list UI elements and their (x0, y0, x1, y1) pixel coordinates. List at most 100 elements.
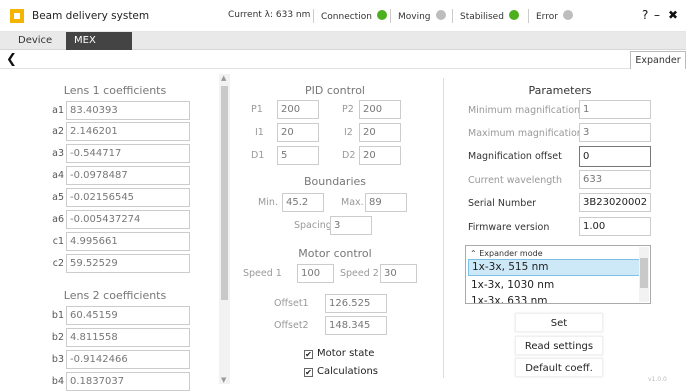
coef-field-b4[interactable]: 0.1837037 (66, 372, 190, 391)
expander-mode-label: Expander mode (479, 249, 543, 258)
p1-label: P1 (251, 104, 263, 115)
back-arrow-icon[interactable]: ❮ (6, 52, 17, 67)
scroll-down-icon[interactable]: ▼ (221, 376, 226, 384)
coef-label: b1 (51, 310, 64, 321)
motor-state-checkbox[interactable]: ✔ Motor state (304, 348, 374, 359)
max-mag-label: Maximum magnification (468, 128, 583, 139)
expander-mode-list[interactable]: ⌃ Expander mode 1x-3x, 515 nm 1x-3x, 103… (465, 245, 651, 304)
max-label: Max. (341, 197, 364, 208)
moving-label: Moving (398, 12, 431, 22)
stabilised-status: Stabilised (460, 10, 519, 22)
app-logo-icon (10, 9, 24, 23)
version-label: v1.0.0 (648, 376, 667, 383)
motor-state-label: Motor state (317, 348, 375, 359)
toolbar: ❮ Expander (0, 50, 686, 69)
coef-field-c1[interactable]: 4.995661 (66, 232, 190, 251)
coef-field-b2[interactable]: 4.811558 (66, 328, 190, 347)
speed1-label: Speed 1 (243, 268, 282, 279)
d1-field[interactable]: 5 (277, 146, 319, 165)
minimize-icon[interactable]: – (654, 8, 660, 22)
coef-field-a4[interactable]: -0.0978487 (66, 166, 190, 185)
coef-field-c2[interactable]: 59.52529 (66, 254, 190, 273)
coef-label: a2 (52, 126, 64, 137)
set-button[interactable]: Set (515, 313, 603, 332)
error-label: Error (536, 12, 558, 22)
tab-device[interactable]: Device (10, 32, 60, 50)
list-item[interactable]: 1x-3x, 1030 nm (468, 277, 640, 294)
offset2-label: Offset2 (274, 320, 309, 331)
i2-field[interactable]: 20 (359, 123, 401, 142)
calculations-label: Calculations (317, 366, 378, 377)
checkbox-check-icon[interactable]: ✔ (304, 368, 313, 377)
coef-field-a5[interactable]: -0.02156545 (66, 188, 190, 207)
coef-label: c2 (52, 258, 64, 269)
motor-title: Motor control (298, 247, 372, 260)
mag-offset-field[interactable]: 0 (579, 146, 651, 167)
lens1-title: Lens 1 coefficients (63, 84, 167, 97)
wavelength-label: Current wavelength (468, 175, 563, 186)
max-field[interactable]: 89 (365, 193, 407, 212)
list-item[interactable]: 1x-3x, 515 nm (468, 259, 640, 276)
error-indicator-icon (562, 10, 573, 20)
list-item[interactable]: 1x-3x, 633 nm (468, 293, 640, 303)
scroll-up-icon[interactable]: ▲ (221, 74, 226, 82)
coef-label: a5 (52, 192, 64, 203)
mag-offset-label: Magnification offset (468, 151, 562, 162)
serial-field: 3B23020002 (579, 193, 651, 212)
default-coeff-button[interactable]: Default coeff. (515, 358, 603, 377)
list-scrollbar-thumb[interactable] (640, 258, 648, 288)
close-icon[interactable]: ✖ (668, 8, 678, 22)
p1-field[interactable]: 200 (277, 100, 319, 119)
min-mag-label: Minimum magnification (468, 105, 581, 116)
coef-field-a3[interactable]: -0.544717 (66, 144, 190, 163)
p2-field[interactable]: 200 (359, 100, 401, 119)
tab-mex-002[interactable]: MEX 002 ✖ (66, 32, 132, 64)
boundaries-title: Boundaries (303, 175, 367, 188)
min-mag-field: 1 (579, 100, 651, 119)
collapse-icon[interactable]: ⌃ (470, 249, 477, 258)
wavelength-status: Current λ: 633 nm (228, 10, 311, 20)
spacing-field[interactable]: 3 (330, 216, 372, 235)
coef-field-a1[interactable]: 83.40393 (66, 101, 190, 120)
stabilised-label: Stabilised (460, 12, 504, 22)
coef-field-b1[interactable]: 60.45159 (66, 306, 190, 325)
checkbox-check-icon[interactable]: ✔ (304, 350, 313, 359)
d2-field[interactable]: 20 (359, 146, 401, 165)
i1-field[interactable]: 20 (277, 123, 319, 142)
speed2-field[interactable]: 30 (380, 264, 417, 283)
min-field[interactable]: 45.2 (282, 193, 324, 212)
serial-label: Serial Number (468, 198, 537, 209)
p2-label: P2 (342, 104, 354, 115)
status-divider (528, 9, 529, 23)
i1-label: I1 (255, 127, 264, 138)
speed1-field[interactable]: 100 (297, 264, 334, 283)
error-status: Error (536, 10, 573, 22)
lens2-title: Lens 2 coefficients (63, 289, 167, 302)
coef-label: b2 (51, 332, 64, 343)
tab-bar: Device MEX 002 ✖ (0, 32, 686, 64)
title-bar: Beam delivery system Current λ: 633 nm C… (0, 0, 686, 32)
spacing-label: Spacing (294, 220, 332, 231)
status-divider (390, 9, 391, 23)
moving-indicator-icon (435, 10, 446, 20)
coef-label: a1 (52, 105, 64, 116)
coef-field-a2[interactable]: 2.146201 (66, 122, 190, 141)
expander-mode-header[interactable]: ⌃ Expander mode (470, 249, 543, 258)
firmware-field: 1.00 (579, 217, 651, 236)
read-settings-button[interactable]: Read settings (515, 336, 603, 355)
connection-indicator-icon (376, 10, 387, 20)
scrollbar-thumb[interactable] (221, 86, 228, 300)
i2-label: I2 (344, 127, 353, 138)
coef-label: a3 (52, 148, 64, 159)
help-icon[interactable]: ? (642, 8, 648, 22)
coef-field-b3[interactable]: -0.9142466 (66, 350, 190, 369)
speed2-label: Speed 2 (340, 268, 379, 279)
tab-expander[interactable]: Expander (630, 51, 686, 69)
offset2-field[interactable]: 148.345 (325, 316, 387, 335)
offset1-field[interactable]: 126.525 (325, 294, 387, 313)
connection-label: Connection (321, 12, 372, 22)
coef-field-a6[interactable]: -0.005437274 (66, 210, 190, 229)
coef-label: c1 (52, 236, 64, 247)
offset1-label: Offset1 (274, 298, 309, 309)
calculations-checkbox[interactable]: ✔ Calculations (304, 366, 378, 377)
